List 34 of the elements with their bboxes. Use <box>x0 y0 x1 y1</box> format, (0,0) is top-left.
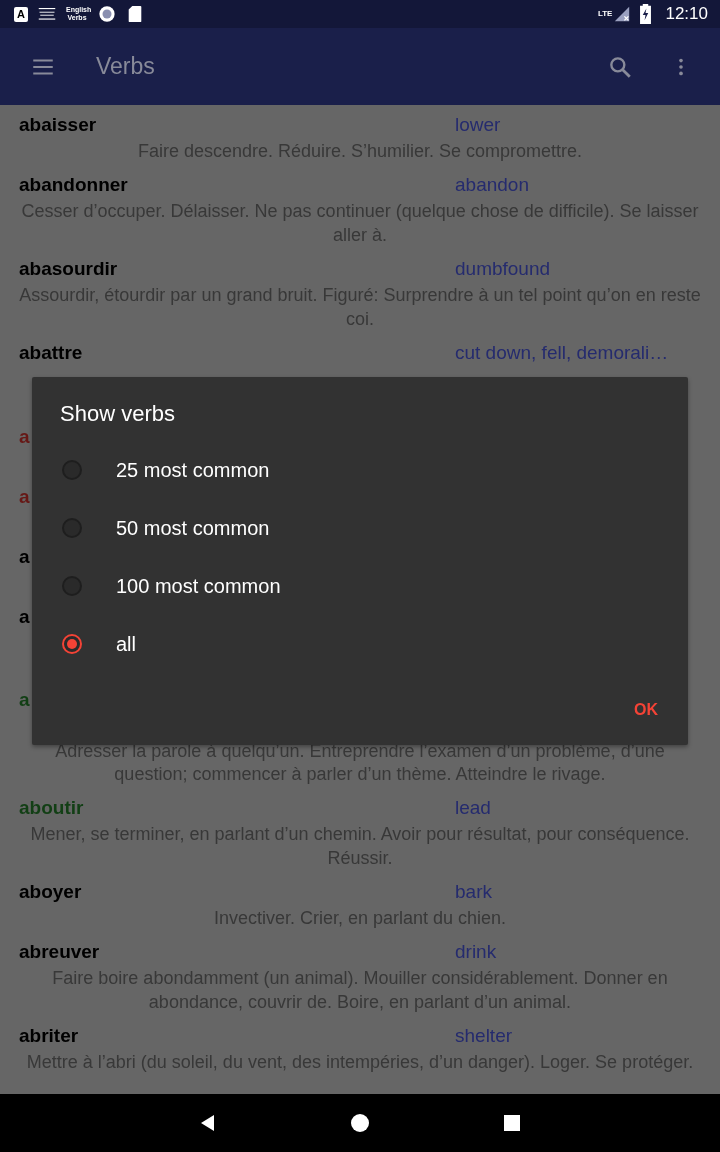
option-label[interactable]: all <box>116 632 136 656</box>
radio-button[interactable] <box>62 634 82 654</box>
verb-headword[interactable]: aboyer <box>0 881 455 903</box>
notification-icon <box>38 5 56 23</box>
option-label[interactable]: 25 most common <box>116 458 270 482</box>
dialog-title: Show verbs <box>59 401 176 428</box>
verb-translation: shelter <box>455 1025 513 1047</box>
sd-card-icon <box>126 5 144 23</box>
signal-icon <box>614 6 631 22</box>
option-label[interactable]: 50 most common <box>116 516 270 540</box>
verb-translation: lower <box>455 114 501 136</box>
notification-icon <box>98 5 116 23</box>
verb-translation: lead <box>455 797 491 819</box>
verb-translation: cut down, fell, demorali… <box>455 342 669 364</box>
verb-headword[interactable]: abasourdir <box>0 258 455 280</box>
verb-translation: abandon <box>455 174 529 196</box>
verb-translation: dumbfound <box>455 258 551 280</box>
option-label[interactable]: 100 most common <box>116 574 281 598</box>
verb-translation: bark <box>455 881 492 903</box>
verb-headword[interactable]: abaisser <box>0 114 455 136</box>
verb-headword[interactable]: aboutir <box>0 797 455 819</box>
verb-headword[interactable]: abandonner <box>0 174 455 196</box>
home-icon[interactable] <box>350 1113 370 1133</box>
clock: 12:10 <box>665 4 708 24</box>
network-label: LTE <box>597 9 613 18</box>
verb-headword[interactable]: abriter <box>0 1025 455 1047</box>
verb-translation: drink <box>455 941 497 963</box>
verb-headword[interactable]: abreuver <box>0 941 455 963</box>
verb-headword[interactable]: abattre <box>0 342 455 364</box>
battery-charging-icon <box>640 4 652 24</box>
ok-button[interactable]: OK <box>626 693 666 727</box>
recents-icon[interactable] <box>502 1113 522 1133</box>
notification-icon: A <box>14 6 28 22</box>
screen-title: Verbs <box>96 53 156 80</box>
